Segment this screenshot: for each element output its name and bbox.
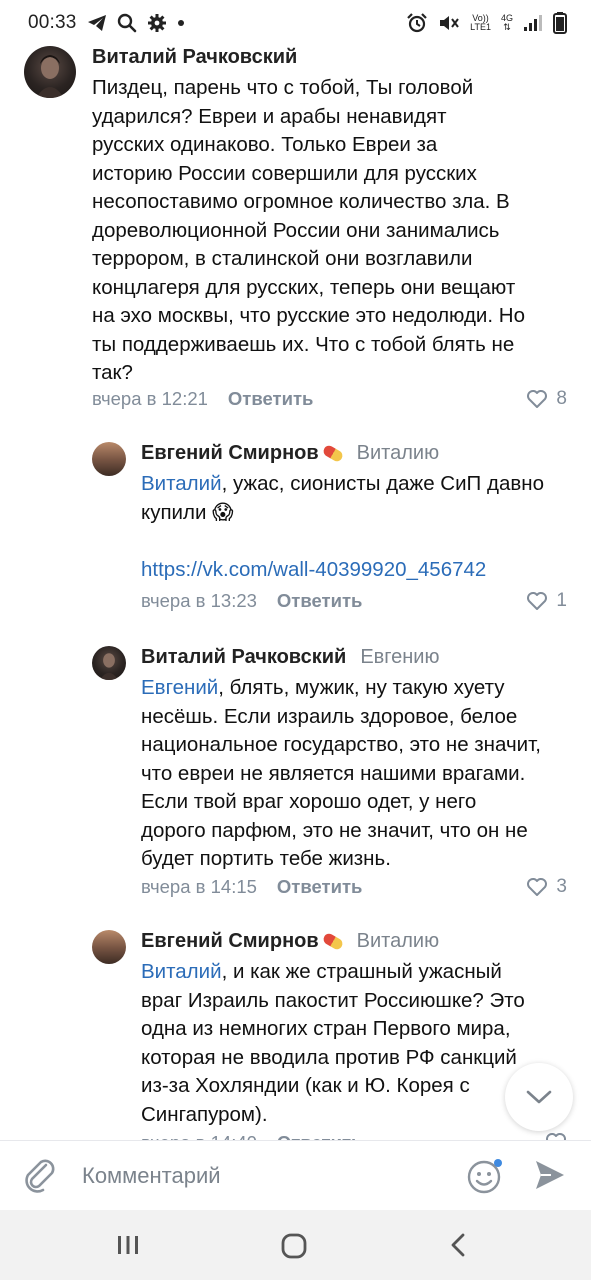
recent-apps-icon[interactable] (116, 1228, 140, 1267)
heart-icon (527, 390, 548, 408)
reply-to[interactable]: Виталию (357, 930, 439, 953)
system-navigation-bar (0, 1210, 591, 1280)
scroll-down-button[interactable] (505, 1063, 573, 1131)
status-bar: 00:33 Vo)) LTE1 4G ⇅ (0, 0, 591, 46)
network-type: 4G ⇅ (500, 13, 513, 32)
comment-input[interactable] (82, 1159, 442, 1193)
avatar[interactable] (92, 646, 126, 680)
comment-time: вчера в 12:21 (92, 388, 208, 409)
like-button[interactable]: 3 (526, 876, 567, 898)
chevron-down-icon (526, 1090, 552, 1104)
like-count: 8 (556, 388, 567, 409)
search-icon (117, 13, 137, 33)
heart-icon (527, 878, 548, 896)
heart-icon (546, 1133, 566, 1140)
telegram-icon (87, 14, 107, 32)
comment-author-line: Виталий Рачковский (92, 46, 297, 69)
author-name[interactable]: Виталий Рачковский (141, 646, 346, 669)
mute-icon (438, 13, 460, 33)
mention-link[interactable]: Виталий (141, 960, 222, 983)
comment-composer (0, 1140, 591, 1210)
like-button[interactable]: 1 (526, 590, 567, 612)
volte-icon: Vo)) LTE1 (470, 13, 491, 32)
attach-icon[interactable] (22, 1157, 58, 1200)
comment-text: Виталий, ужас, сионисты даже СиП давно к… (141, 472, 544, 581)
avatar[interactable] (92, 930, 126, 964)
comment-meta: вчера в 13:23 Ответить (141, 590, 362, 612)
author-name[interactable]: Виталий Рачковский (92, 46, 297, 69)
url-link[interactable]: https://vk.com/wall-40399920_456742 (141, 558, 486, 581)
like-count: 3 (556, 876, 567, 897)
comment-time: вчера в 14:15 (141, 876, 257, 897)
emoji-icon[interactable] (465, 1157, 505, 1200)
comment: Виталий Рачковский Евгению Евгений, блят… (0, 646, 591, 906)
pill-emoji-icon (321, 931, 345, 952)
comment-author-line: Виталий Рачковский Евгению (141, 646, 439, 669)
reply-button[interactable]: Ответить (277, 876, 363, 898)
reply-button[interactable]: Ответить (277, 1132, 363, 1140)
pill-emoji-icon (321, 443, 345, 464)
comments-feed[interactable]: Виталий Рачковский Пиздец, парень что с … (0, 46, 591, 1140)
comment-time: вчера в 14:40 (141, 1132, 257, 1140)
comment-time: вчера в 13:23 (141, 590, 257, 611)
avatar[interactable] (92, 442, 126, 476)
like-count: 1 (556, 590, 567, 611)
comment-meta: вчера в 14:15 Ответить (141, 876, 362, 898)
comment-text: Евгений, блять, мужик, ну такую хуету не… (141, 676, 541, 870)
mention-link[interactable]: Виталий (141, 472, 222, 495)
reply-button[interactable]: Ответить (228, 388, 314, 410)
reply-button[interactable]: Ответить (277, 590, 363, 612)
reply-to[interactable]: Евгению (360, 646, 439, 669)
comment-meta: вчера в 12:21 Ответить (92, 388, 313, 410)
like-button[interactable] (545, 1132, 567, 1140)
author-name[interactable]: Евгений Смирнов (141, 442, 319, 465)
back-icon[interactable] (448, 1228, 470, 1267)
battery-icon (553, 12, 567, 34)
dot-icon (177, 19, 185, 27)
status-time: 00:33 (28, 12, 77, 33)
comment-author-line: Евгений Смирнов Виталию (141, 442, 439, 465)
comment-author-line: Евгений Смирнов Виталию (141, 930, 439, 953)
alarm-icon (406, 13, 428, 33)
home-icon[interactable] (280, 1228, 308, 1267)
comment-text: Пиздец, парень что с тобой, Ты головой у… (92, 76, 525, 384)
comment: Евгений Смирнов Виталию Виталий, и как ж… (0, 930, 591, 1140)
send-icon[interactable] (533, 1158, 567, 1197)
comment: Евгений Смирнов Виталию Виталий, ужас, с… (0, 442, 591, 622)
heart-icon (527, 592, 548, 610)
author-name[interactable]: Евгений Смирнов (141, 930, 319, 953)
signal-icon (523, 14, 543, 32)
like-button[interactable]: 8 (526, 388, 567, 410)
mention-link[interactable]: Евгений (141, 676, 218, 699)
comment-meta: вчера в 14:40 Ответить (141, 1132, 362, 1140)
avatar[interactable] (24, 46, 76, 98)
comment: Виталий Рачковский Пиздец, парень что с … (0, 46, 591, 426)
gear-icon (147, 13, 167, 33)
reply-to[interactable]: Виталию (357, 442, 439, 465)
